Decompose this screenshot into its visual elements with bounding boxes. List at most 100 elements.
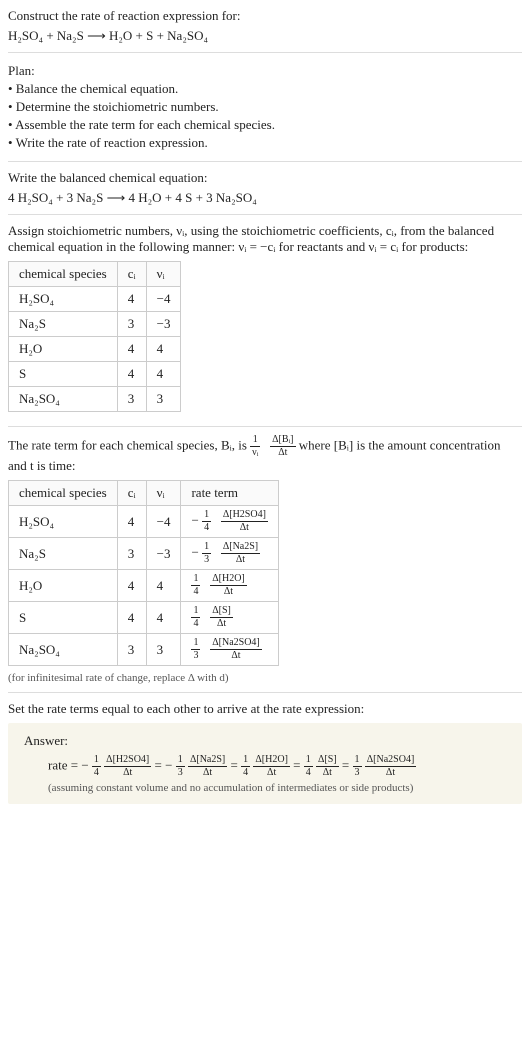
den: 4	[191, 618, 200, 629]
plan-item: • Balance the chemical equation.	[8, 81, 522, 97]
num: 1	[92, 755, 101, 767]
answer-section: Set the rate terms equal to each other t…	[8, 692, 522, 812]
table-row: H₂SO₄4−4	[9, 287, 181, 312]
fraction: 13	[176, 755, 185, 778]
plan-item: • Write the rate of reaction expression.	[8, 135, 522, 151]
balanced-title: Write the balanced chemical equation:	[8, 170, 522, 186]
balanced-section: Write the balanced chemical equation: 4 …	[8, 161, 522, 214]
sign: −	[191, 512, 198, 527]
table-row: H₂SO₄ 4 −4 − 14 Δ[H2SO4]Δt	[9, 506, 279, 538]
num: 1	[191, 574, 200, 586]
cell-rateterm: − 14 Δ[H2SO4]Δt	[181, 506, 278, 538]
num: 1	[202, 542, 211, 554]
table-row: Na₂S3−3	[9, 312, 181, 337]
cell: Na₂S	[9, 538, 118, 570]
plan-item: • Assemble the rate term for each chemic…	[8, 117, 522, 133]
den: Δt	[221, 522, 268, 533]
fraction: 13	[191, 638, 200, 661]
den: 4	[92, 767, 101, 778]
den: Δt	[104, 767, 151, 778]
fraction: Δ[Na2SO4]Δt	[365, 755, 417, 778]
num: Δ[Na2S]	[188, 755, 227, 767]
col-species: chemical species	[9, 481, 118, 506]
col-vi: νᵢ	[146, 481, 181, 506]
sign: −	[165, 757, 172, 772]
table-row: S44	[9, 362, 181, 387]
table-header-row: chemical species cᵢ νᵢ rate term	[9, 481, 279, 506]
num: Δ[Bᵢ]	[270, 435, 295, 447]
den: Δt	[188, 767, 227, 778]
fraction: 14	[202, 510, 211, 533]
num: 1	[176, 755, 185, 767]
num: 1	[353, 755, 362, 767]
den: 3	[176, 767, 185, 778]
num: Δ[S]	[210, 606, 233, 618]
den: Δt	[210, 586, 247, 597]
den: 4	[202, 522, 211, 533]
cell: 4	[117, 602, 146, 634]
cell-rateterm: 14 Δ[S]Δt	[181, 602, 278, 634]
num: Δ[Na2S]	[221, 542, 260, 554]
table-row: H₂O 4 4 14 Δ[H2O]Δt	[9, 570, 279, 602]
num: Δ[Na2SO4]	[365, 755, 417, 767]
cell: H₂O	[9, 337, 118, 362]
den: Δt	[210, 650, 262, 661]
col-ci: cᵢ	[117, 262, 146, 287]
cell: −4	[146, 287, 181, 312]
fraction: 13	[353, 755, 362, 778]
infinitesimal-note: (for infinitesimal rate of change, repla…	[8, 672, 522, 684]
rateterm-section: The rate term for each chemical species,…	[8, 426, 522, 692]
sign: −	[191, 544, 198, 559]
sign: −	[81, 757, 88, 772]
num: Δ[H2SO4]	[104, 755, 151, 767]
num: Δ[H2SO4]	[221, 510, 268, 522]
den: Δt	[316, 767, 339, 778]
cell: Na₂SO₄	[9, 387, 118, 412]
fraction: 14	[92, 755, 101, 778]
col-species: chemical species	[9, 262, 118, 287]
fraction: 14	[241, 755, 250, 778]
balanced-equation: 4 H₂SO₄ + 3 Na₂S ⟶ 4 H₂O + 4 S + 3 Na₂SO…	[8, 190, 522, 206]
cell: H₂O	[9, 570, 118, 602]
col-rateterm: rate term	[181, 481, 278, 506]
stoich-section: Assign stoichiometric numbers, νᵢ, using…	[8, 214, 522, 426]
num: 1	[250, 435, 260, 447]
cell: S	[9, 362, 118, 387]
cell: −3	[146, 312, 181, 337]
num: Δ[Na2SO4]	[210, 638, 262, 650]
den: 3	[202, 554, 211, 565]
den: 4	[241, 767, 250, 778]
cell: 3	[117, 312, 146, 337]
cell: 3	[146, 387, 181, 412]
cell: 4	[117, 337, 146, 362]
rateterm-table: chemical species cᵢ νᵢ rate term H₂SO₄ 4…	[8, 480, 279, 666]
cell: −3	[146, 538, 181, 570]
num: 1	[191, 606, 200, 618]
num: Δ[H2O]	[253, 755, 290, 767]
cell: Na₂SO₄	[9, 634, 118, 666]
fraction: 1νᵢ	[250, 435, 260, 458]
cell-rateterm: − 13 Δ[Na2S]Δt	[181, 538, 278, 570]
den: Δt	[253, 767, 290, 778]
cell: 4	[117, 570, 146, 602]
table-row: H₂O44	[9, 337, 181, 362]
plan-title: Plan:	[8, 63, 522, 79]
col-ci: cᵢ	[117, 481, 146, 506]
fraction: Δ[Na2S]Δt	[221, 542, 260, 565]
cell: 4	[146, 337, 181, 362]
col-vi: νᵢ	[146, 262, 181, 287]
fraction: 14	[304, 755, 313, 778]
plan-item: • Determine the stoichiometric numbers.	[8, 99, 522, 115]
cell: 4	[117, 506, 146, 538]
fraction: Δ[S]Δt	[316, 755, 339, 778]
table-row: Na₂SO₄33	[9, 387, 181, 412]
cell: 3	[117, 538, 146, 570]
num: 1	[241, 755, 250, 767]
num: Δ[S]	[316, 755, 339, 767]
den: Δt	[365, 767, 417, 778]
rateterm-intro: The rate term for each chemical species,…	[8, 435, 522, 474]
fraction: Δ[S]Δt	[210, 606, 233, 629]
fraction: 13	[202, 542, 211, 565]
cell: −4	[146, 506, 181, 538]
question-title: Construct the rate of reaction expressio…	[8, 8, 522, 24]
